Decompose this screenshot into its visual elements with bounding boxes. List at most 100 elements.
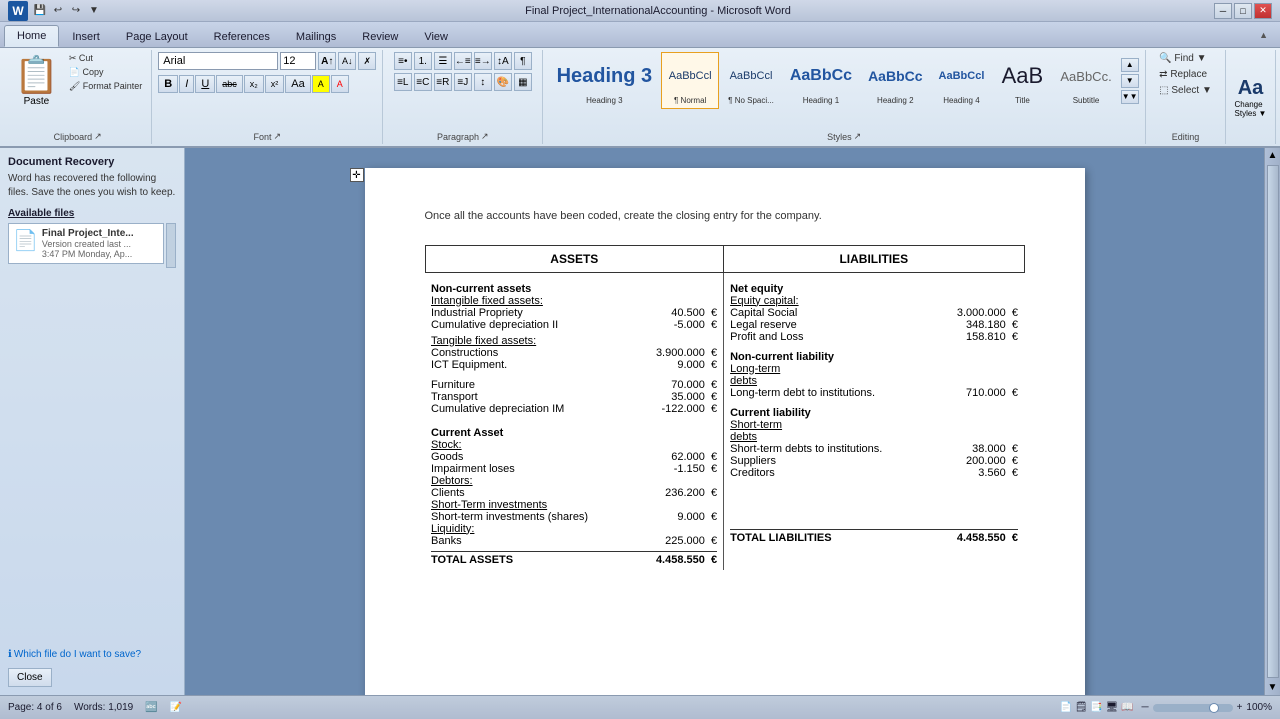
select-btn[interactable]: ⬚ Select ▼	[1156, 84, 1215, 97]
right-scrollbar[interactable]: ▲ ▼	[1264, 148, 1280, 695]
cut-button[interactable]: ✂ Cut	[66, 52, 145, 65]
font-size-decrease-btn[interactable]: A↓	[338, 52, 356, 70]
tab-view[interactable]: View	[411, 25, 461, 47]
zoom-thumb	[1209, 703, 1219, 713]
bold-btn[interactable]: B	[158, 75, 178, 93]
cum-dep2-label: Cumulative depreciation II	[431, 319, 558, 331]
align-left-btn[interactable]: ≡L	[394, 73, 412, 91]
total-liabilities-amount: 4.458.550 €	[957, 532, 1018, 544]
scroll-thumb[interactable]	[1267, 165, 1279, 678]
line-spacing-btn[interactable]: ↕	[474, 73, 492, 91]
page-info: Page: 4 of 6	[8, 702, 62, 713]
align-center-btn[interactable]: ≡C	[414, 73, 432, 91]
style-heading2[interactable]: AaBbCc Heading 2	[861, 52, 929, 109]
style-heading3[interactable]: Heading 3 Heading 3	[550, 52, 660, 109]
increase-indent-btn[interactable]: ≡→	[474, 52, 492, 70]
clipboard-expand-icon[interactable]: ↗	[94, 131, 102, 142]
file-line2: Version created last ...	[42, 239, 134, 249]
font-size-input[interactable]	[280, 52, 316, 70]
close-sidebar-btn[interactable]: Close	[8, 668, 52, 687]
creditors-row: Creditors 3.560 €	[730, 467, 1018, 479]
styles-scroll-down[interactable]: ▼	[1121, 74, 1139, 88]
justify-btn[interactable]: ≡J	[454, 73, 472, 91]
style-heading2-preview: AaBbCc	[868, 56, 922, 96]
redo-qa-btn[interactable]: ↪	[68, 3, 84, 19]
qa-dropdown[interactable]: ▼	[86, 3, 102, 19]
styles-scroll-up[interactable]: ▲	[1121, 58, 1139, 72]
show-hide-btn[interactable]: ¶	[514, 52, 532, 70]
numbering-btn[interactable]: 1.	[414, 52, 432, 70]
intangible-title: Intangible fixed assets:	[431, 295, 717, 307]
short-term-inv-row: Short-term investments (shares) 9.000 €	[431, 511, 717, 523]
style-subtitle[interactable]: AaBbCc. Subtitle	[1053, 52, 1118, 109]
style-heading1[interactable]: AaBbCc Heading 1	[783, 52, 859, 109]
align-right-btn[interactable]: ≡R	[434, 73, 452, 91]
borders-btn[interactable]: ▦	[514, 73, 532, 91]
italic-btn[interactable]: I	[179, 75, 194, 93]
sidebar-scrollbar[interactable]	[166, 223, 176, 268]
sidebar-help-link[interactable]: ℹ Which file do I want to save?	[8, 649, 176, 660]
format-painter-button[interactable]: 🖌 Format Painter	[66, 80, 145, 93]
table-move-handle[interactable]: ✛	[350, 168, 364, 182]
strikethrough-btn[interactable]: abc	[216, 75, 243, 93]
liabilities-header: LIABILITIES	[724, 245, 1024, 272]
replace-btn[interactable]: ⇄ Replace	[1156, 68, 1215, 81]
close-btn[interactable]: ✕	[1254, 3, 1272, 19]
sort-btn[interactable]: ↕A	[494, 52, 512, 70]
multilevel-list-btn[interactable]: ☰	[434, 52, 452, 70]
superscript-btn[interactable]: x²	[265, 75, 285, 93]
paste-button[interactable]: 📋 Paste	[10, 52, 63, 109]
styles-expand-icon[interactable]: ↗	[854, 131, 862, 142]
style-title[interactable]: AaB Title	[993, 52, 1051, 109]
transport-row: Transport 35.000 €	[431, 391, 717, 403]
bullets-btn[interactable]: ≡•	[394, 52, 412, 70]
file-date: 3:47 PM Monday, Ap...	[42, 249, 134, 259]
style-heading4[interactable]: AaBbCcl Heading 4	[932, 52, 992, 109]
zoom-in-btn[interactable]: +	[1237, 702, 1243, 713]
copy-button[interactable]: 📄 Copy	[66, 66, 145, 79]
profit-loss-amount: 158.810 €	[966, 331, 1018, 343]
tab-page-layout[interactable]: Page Layout	[113, 25, 201, 47]
banks-row: Banks 225.000 €	[431, 535, 717, 547]
tangible-title: Tangible fixed assets:	[431, 335, 717, 347]
font-size-increase-btn[interactable]: A↑	[318, 52, 336, 70]
minimize-btn[interactable]: ─	[1214, 3, 1232, 19]
decrease-indent-btn[interactable]: ←≡	[454, 52, 472, 70]
tab-references[interactable]: References	[201, 25, 283, 47]
font-expand-icon[interactable]: ↗	[274, 131, 282, 142]
document-area[interactable]: ✛ Once all the accounts have been coded,…	[185, 148, 1264, 695]
maximize-btn[interactable]: □	[1234, 3, 1252, 19]
shading-btn[interactable]: 🎨	[494, 73, 512, 91]
clipboard-content: 📋 Paste ✂ Cut 📄 Copy 🖌 Format Painter	[10, 52, 145, 129]
style-no-spacing[interactable]: AaBbCcl ¶ No Spaci...	[721, 52, 781, 109]
underline-btn[interactable]: U	[195, 75, 215, 93]
short-term-debt-inst-row: Short-term debts to institutions. 38.000…	[730, 443, 1018, 455]
font-name-input[interactable]	[158, 52, 278, 70]
sidebar-file-item[interactable]: 📄 Final Project_Inte... Version created …	[8, 223, 164, 264]
change-case-btn[interactable]: Aa	[285, 75, 310, 93]
tab-insert[interactable]: Insert	[59, 25, 113, 47]
total-liabilities-row: TOTAL LIABILITIES 4.458.550 €	[730, 529, 1018, 544]
change-styles-icon: Aa	[1238, 77, 1264, 100]
scroll-up-btn[interactable]: ▲	[1266, 148, 1280, 163]
find-btn[interactable]: 🔍 Find ▼	[1156, 52, 1215, 65]
tab-review[interactable]: Review	[349, 25, 411, 47]
font-color-btn[interactable]: A	[331, 75, 349, 93]
change-styles-btn[interactable]: ChangeStyles ▼	[1235, 100, 1267, 118]
transport-amount: 35.000 €	[671, 391, 717, 403]
styles-more[interactable]: ▼▼	[1121, 90, 1139, 104]
undo-qa-btn[interactable]: ↩	[50, 3, 66, 19]
tab-home[interactable]: Home	[4, 25, 59, 47]
style-normal[interactable]: AaBbCcl ¶ Normal	[661, 52, 719, 109]
clear-formatting-btn[interactable]: ✗	[358, 52, 376, 70]
subscript-btn[interactable]: x₂	[244, 75, 264, 93]
save-qa-btn[interactable]: 💾	[32, 3, 48, 19]
highlight-btn[interactable]: A	[312, 75, 330, 93]
clipboard-label: Clipboard ↗	[54, 129, 102, 142]
ribbon-collapse[interactable]: ▲	[1259, 30, 1276, 40]
scroll-down-btn[interactable]: ▼	[1266, 680, 1280, 695]
paragraph-expand-icon[interactable]: ↗	[481, 131, 489, 142]
zoom-out-btn[interactable]: ─	[1141, 702, 1148, 713]
zoom-slider[interactable]	[1153, 704, 1233, 712]
tab-mailings[interactable]: Mailings	[283, 25, 349, 47]
